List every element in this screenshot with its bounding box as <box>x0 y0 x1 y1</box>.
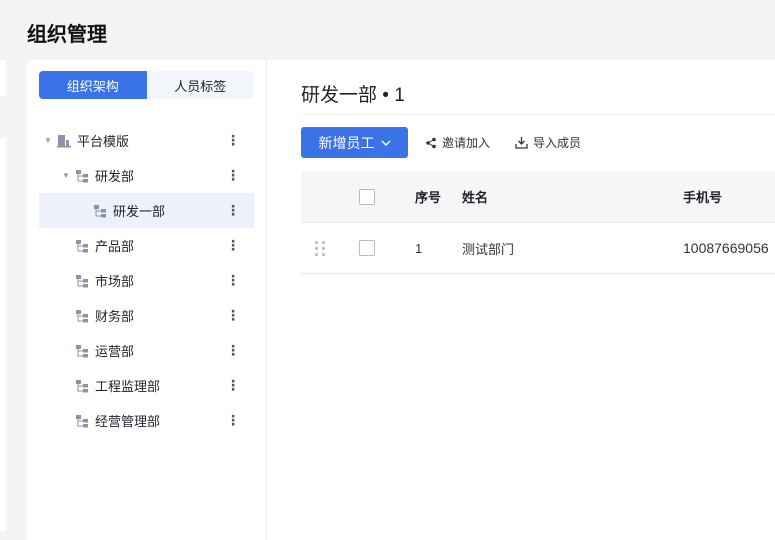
tree-node-label: 产品部 <box>95 239 135 254</box>
org-icon <box>75 414 89 428</box>
import-members-button[interactable]: 导入成员 <box>515 127 581 158</box>
row-name: 测试部门 <box>462 241 515 257</box>
building-icon <box>57 134 71 148</box>
page-title: 组织管理 <box>27 24 107 46</box>
tree-node[interactable]: 财务部 ⋮ <box>39 298 254 333</box>
col-phone: 手机号 <box>683 190 723 205</box>
tab-person-tags[interactable]: 人员标签 <box>147 71 255 99</box>
more-icon[interactable]: ⋮ <box>226 342 240 359</box>
org-tree-panel: 组织架构 人员标签 ▼ 平台模版 ⋮ ▼ 研发部 ⋮ 研发一部 ⋮ 产品部 ⋮ 市场部 ⋮ 财务部 ⋮ 运营… <box>27 60 267 540</box>
tree-node[interactable]: ▼ 平台模版 ⋮ <box>39 123 254 158</box>
tree-node-label: 工程监理部 <box>95 379 161 394</box>
org-icon <box>93 204 107 218</box>
tree-node[interactable]: ▼ 研发部 ⋮ <box>39 158 254 193</box>
more-icon[interactable]: ⋮ <box>226 412 240 429</box>
caret-down-icon[interactable]: ▼ <box>61 171 71 180</box>
tab-switch: 组织架构 人员标签 <box>39 71 254 99</box>
more-icon[interactable]: ⋮ <box>226 237 240 254</box>
tree-node-label: 财务部 <box>95 309 135 324</box>
select-all-checkbox[interactable] <box>359 188 375 205</box>
more-icon[interactable]: ⋮ <box>226 377 240 394</box>
divider <box>301 114 775 115</box>
import-label: 导入成员 <box>533 136 582 150</box>
nav-selected-item[interactable] <box>0 96 6 138</box>
org-icon <box>75 274 89 288</box>
more-icon[interactable]: ⋮ <box>226 167 240 184</box>
main-panel: 研发一部 • 1 新增员工 邀请加入 导入成员 序号 姓名 手机号 1 测试部门… <box>301 60 775 540</box>
tree-node-label: 经营管理部 <box>95 414 161 429</box>
col-index: 序号 <box>415 190 442 205</box>
tree-node[interactable]: 研发一部 ⋮ <box>39 193 254 228</box>
download-icon <box>515 137 528 149</box>
nav-sidebar <box>0 60 6 531</box>
add-employee-label: 新增员工 <box>318 134 375 151</box>
invite-button[interactable]: 邀请加入 <box>425 127 490 158</box>
drag-handle-icon[interactable] <box>315 240 325 256</box>
tree-node-label: 运营部 <box>95 344 135 359</box>
more-icon[interactable]: ⋮ <box>226 132 240 149</box>
org-icon <box>75 309 89 323</box>
content-card: 组织架构 人员标签 ▼ 平台模版 ⋮ ▼ 研发部 ⋮ 研发一部 ⋮ 产品部 ⋮ 市场部 ⋮ 财务部 ⋮ 运营… <box>27 60 775 540</box>
col-name: 姓名 <box>462 190 489 205</box>
invite-label: 邀请加入 <box>442 136 491 150</box>
tree-node[interactable]: 运营部 ⋮ <box>39 333 254 368</box>
org-icon <box>75 379 89 393</box>
department-heading: 研发一部 • 1 <box>301 85 405 106</box>
share-icon <box>426 137 436 148</box>
tree-node-label: 研发一部 <box>113 204 166 219</box>
org-icon <box>75 169 89 183</box>
row-index: 1 <box>415 240 423 256</box>
table-row[interactable]: 1 测试部门 10087669056 <box>301 223 775 274</box>
org-icon <box>75 344 89 358</box>
caret-down-icon[interactable]: ▼ <box>43 136 53 145</box>
chevron-down-icon <box>381 140 390 146</box>
tree-node-label: 平台模版 <box>77 134 130 149</box>
more-icon[interactable]: ⋮ <box>226 307 240 324</box>
tree-node[interactable]: 工程监理部 ⋮ <box>39 368 254 403</box>
add-employee-button[interactable]: 新增员工 <box>301 127 408 158</box>
more-icon[interactable]: ⋮ <box>226 202 240 219</box>
org-icon <box>75 239 89 253</box>
tab-org-structure[interactable]: 组织架构 <box>39 71 147 99</box>
row-phone: 10087669056 <box>683 240 769 256</box>
tree-node-label: 市场部 <box>95 274 135 289</box>
tree-node[interactable]: 产品部 ⋮ <box>39 228 254 263</box>
table-header: 序号 姓名 手机号 <box>301 171 775 223</box>
more-icon[interactable]: ⋮ <box>226 272 240 289</box>
tree-node[interactable]: 经营管理部 ⋮ <box>39 403 254 438</box>
tree-node-label: 研发部 <box>95 169 135 184</box>
tree-node[interactable]: 市场部 ⋮ <box>39 263 254 298</box>
row-checkbox[interactable] <box>359 240 375 256</box>
